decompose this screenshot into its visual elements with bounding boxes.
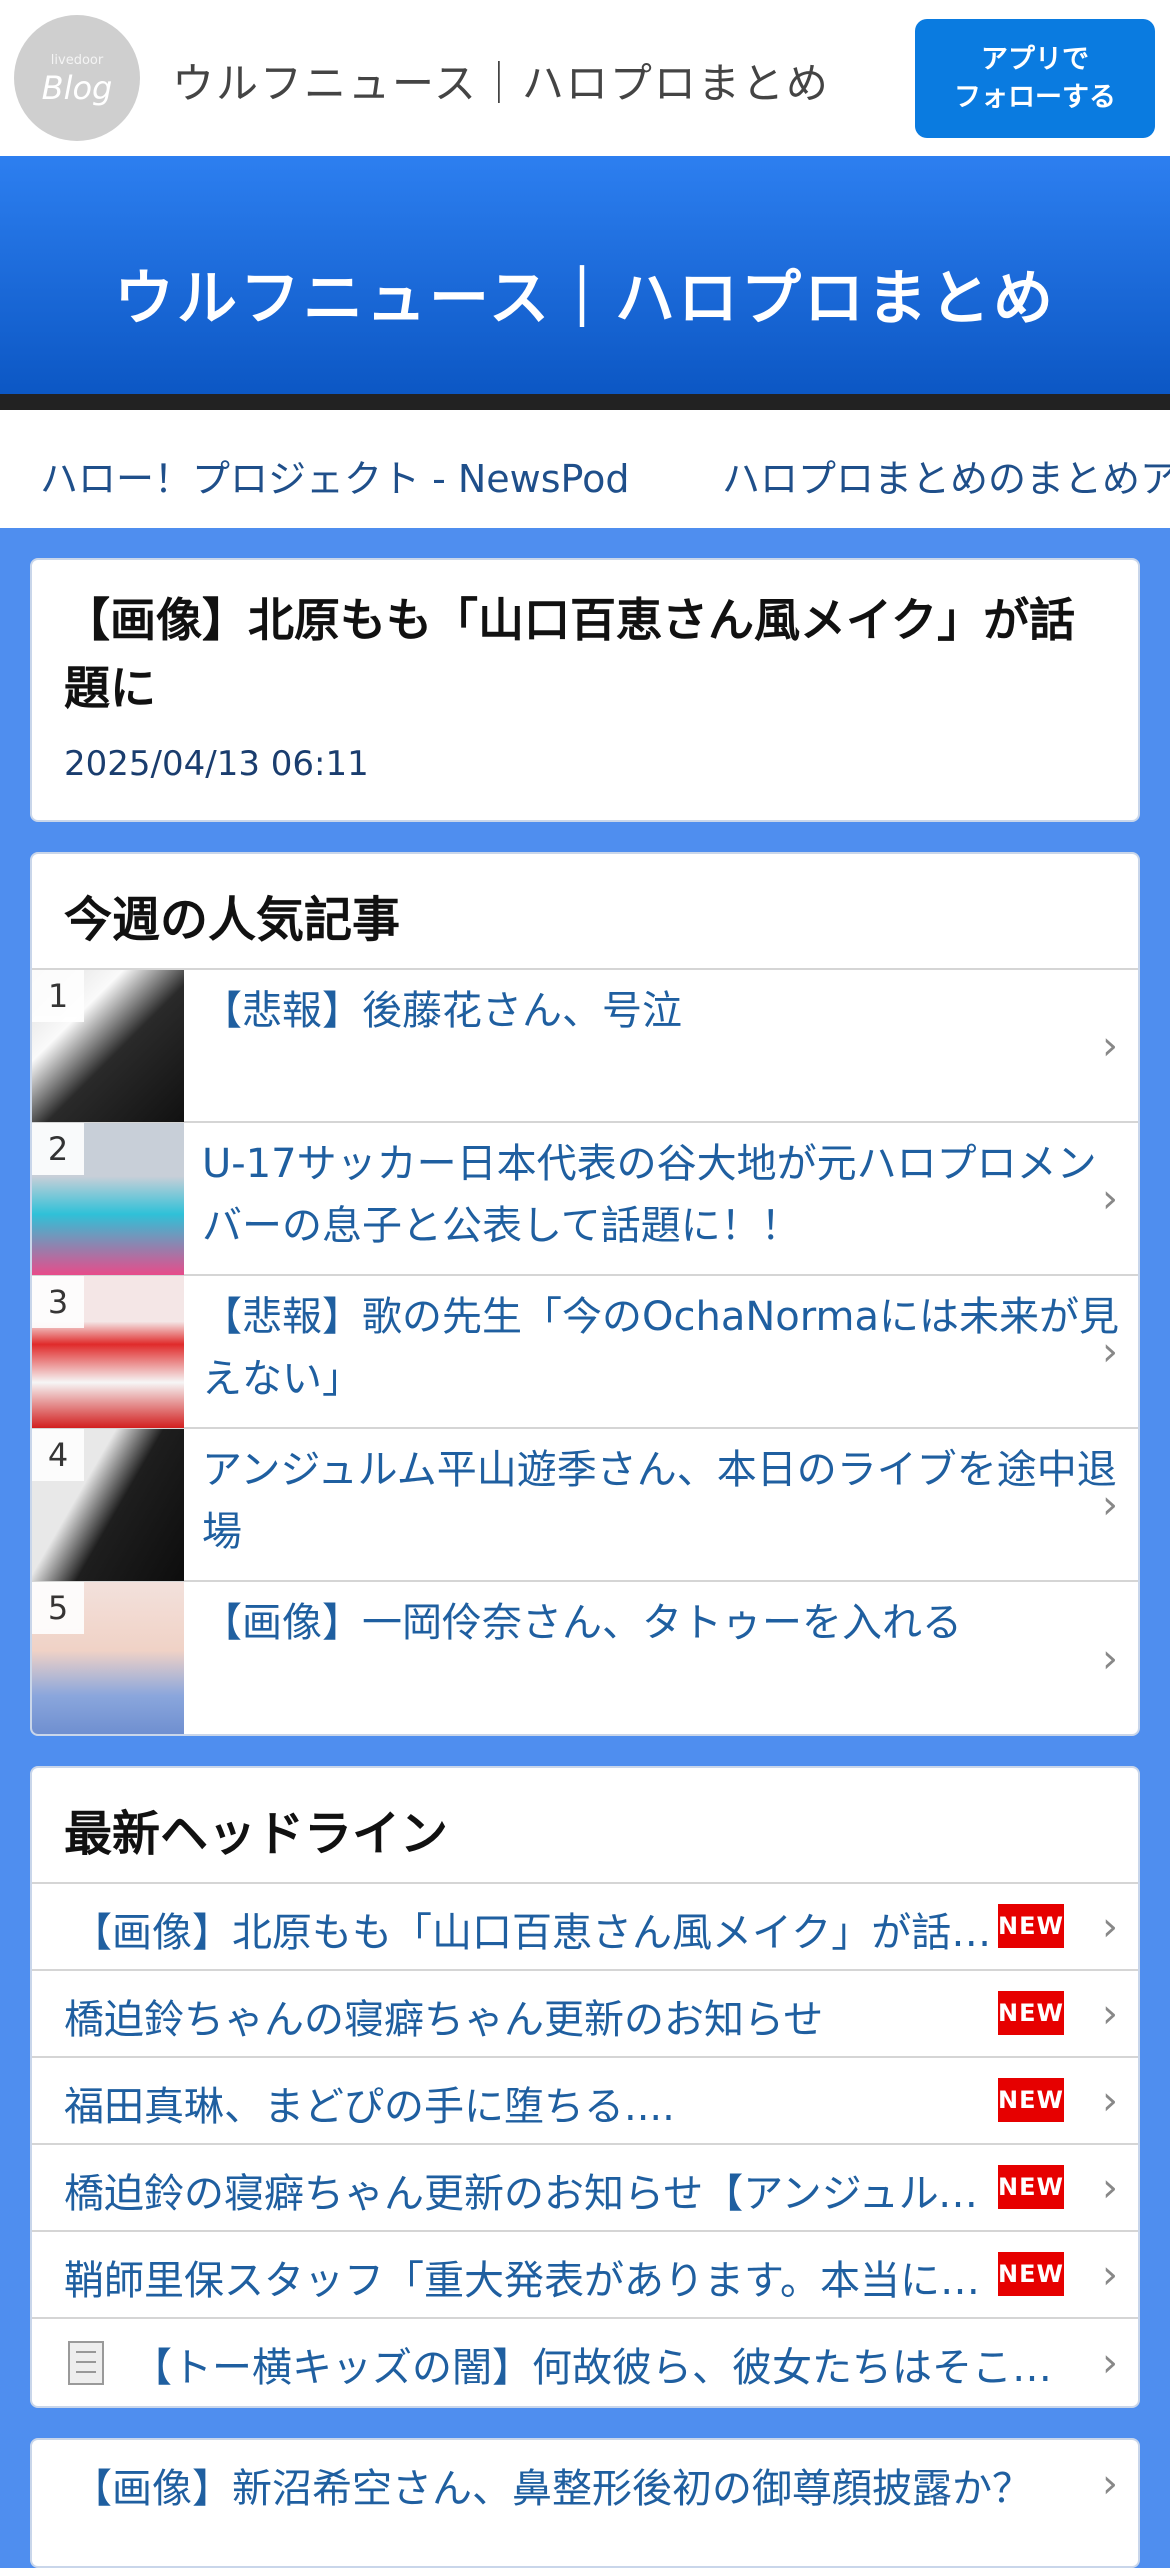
more-articles-card: 【画像】新沼希空さん、鼻整形後初の御尊顔披露か？ › xyxy=(30,2438,1140,2568)
new-badge: NEW xyxy=(998,1904,1064,1948)
livedoor-blog-logo[interactable]: livedoor Blog xyxy=(14,15,140,141)
document-icon xyxy=(68,2341,104,2385)
new-badge: NEW xyxy=(998,1991,1064,2035)
popular-item-4[interactable]: 4 アンジュルム平山遊季さん、本日のライブを途中退場 › xyxy=(32,1429,1138,1582)
headline-item[interactable]: 鞘師里保スタッフ「重大発表があります。本当に大切なお知らせ NEW › xyxy=(32,2232,1138,2319)
follow-in-app-button[interactable]: アプリで フォローする xyxy=(915,19,1155,138)
rank-number: 2 xyxy=(32,1123,84,1175)
chevron-right-icon: › xyxy=(1102,2077,1118,2124)
more-article-title: 【画像】新沼希空さん、鼻整形後初の御尊顔披露か？ xyxy=(72,2466,1032,2512)
top-bar: livedoor Blog ウルフニュース｜ハロプロまとめ アプリで フォローす… xyxy=(0,0,1170,156)
chevron-right-icon: › xyxy=(1102,1481,1118,1528)
headline-title: 鞘師里保スタッフ「重大発表があります。本当に大切なお知らせ xyxy=(64,2258,984,2304)
rank-number: 1 xyxy=(32,970,84,1022)
popular-item-3[interactable]: 3 【悲報】歌の先生「今のOchaNormaには未来が見えない」 › xyxy=(32,1276,1138,1429)
headline-item[interactable]: 橋迫鈴ちゃんの寝癖ちゃん更新のお知らせ NEW › xyxy=(32,1971,1138,2058)
new-badge: NEW xyxy=(998,2165,1064,2209)
headline-title: 橋迫鈴の寝癖ちゃん更新のお知らせ【アンジュルム】 xyxy=(64,2171,984,2217)
chevron-right-icon: › xyxy=(1102,1022,1118,1069)
chevron-right-icon: › xyxy=(1102,2251,1118,2298)
popular-title: 【画像】一岡伶奈さん、タトゥーを入れる xyxy=(202,1600,962,1646)
rank-number: 5 xyxy=(32,1582,84,1634)
chevron-right-icon: › xyxy=(1102,2164,1118,2211)
rank-number: 4 xyxy=(32,1429,84,1481)
new-badge: NEW xyxy=(998,2078,1064,2122)
headline-item[interactable]: 【画像】北原もも「山口百恵さん風メイク」が話題に NEW › xyxy=(32,1884,1138,1971)
popular-articles-card: 今週の人気記事 1 【悲報】後藤花さん、号泣 › 2 U-17サッカー日本代表の… xyxy=(30,852,1140,1736)
headline-title: 福田真琳、まどぴの手に堕ちる.... xyxy=(64,2084,675,2130)
logo-big-text: Blog xyxy=(41,69,113,107)
more-article-item[interactable]: 【画像】新沼希空さん、鼻整形後初の御尊顔披露か？ › xyxy=(32,2440,1138,2528)
headline-title: 橋迫鈴ちゃんの寝癖ちゃん更新のお知らせ xyxy=(64,1997,824,2043)
rank-number: 3 xyxy=(32,1276,84,1328)
logo-small-text: livedoor xyxy=(50,53,104,68)
headline-item[interactable]: 【トー横キッズの闇】何故彼ら、彼女たちはそこに集まるのか › xyxy=(32,2319,1138,2406)
chevron-right-icon: › xyxy=(1102,1903,1118,1950)
chevron-right-icon: › xyxy=(1102,2461,1118,2507)
latest-headlines-card: 最新ヘッドライン 【画像】北原もも「山口百恵さん風メイク」が話題に NEW › … xyxy=(30,1766,1140,2408)
blog-banner[interactable]: ウルフニュース｜ハロプロまとめ xyxy=(0,156,1170,394)
new-badge: NEW xyxy=(998,2252,1064,2296)
popular-item-2[interactable]: 2 U-17サッカー日本代表の谷大地が元ハロプロメンバーの息子と公表して話題に！… xyxy=(32,1123,1138,1276)
headline-title: 【画像】北原もも「山口百恵さん風メイク」が話題に xyxy=(72,1910,992,1956)
article-title: 【画像】北原もも「山口百恵さん風メイク」が話題に xyxy=(64,593,1076,715)
banner-divider xyxy=(0,394,1170,410)
popular-title: 【悲報】歌の先生「今のOchaNormaには未来が見えない」 xyxy=(202,1294,1119,1402)
popular-title: 【悲報】後藤花さん、号泣 xyxy=(202,988,682,1034)
related-link-matome[interactable]: ハロプロまとめのまとめア xyxy=(722,448,1170,503)
headline-item[interactable]: 橋迫鈴の寝癖ちゃん更新のお知らせ【アンジュルム】 NEW › xyxy=(32,2145,1138,2232)
article-header-card: 【画像】北原もも「山口百恵さん風メイク」が話題に 2025/04/13 06:1… xyxy=(30,558,1140,822)
popular-title: アンジュルム平山遊季さん、本日のライブを途中退場 xyxy=(202,1447,1117,1555)
headline-item[interactable]: 福田真琳、まどぴの手に堕ちる.... NEW › xyxy=(32,2058,1138,2145)
chevron-right-icon: › xyxy=(1102,1175,1118,1222)
related-links-bar: ハロー！プロジェクト - NewsPod ハロプロまとめのまとめア xyxy=(0,410,1170,528)
chevron-right-icon: › xyxy=(1102,1635,1118,1682)
follow-button-line2: フォローする xyxy=(954,81,1116,113)
site-title[interactable]: ウルフニュース｜ハロプロまとめ xyxy=(172,50,830,111)
chevron-right-icon: › xyxy=(1102,1328,1118,1375)
popular-item-5[interactable]: 5 【画像】一岡伶奈さん、タトゥーを入れる › xyxy=(32,1582,1138,1734)
popular-heading: 今週の人気記事 xyxy=(32,854,1138,970)
popular-item-1[interactable]: 1 【悲報】後藤花さん、号泣 › xyxy=(32,970,1138,1123)
related-link-newspod[interactable]: ハロー！プロジェクト - NewsPod xyxy=(40,448,629,503)
article-date: 2025/04/13 06:11 xyxy=(64,744,369,784)
banner-title: ウルフニュース｜ハロプロまとめ xyxy=(114,264,1056,334)
headline-title: 【トー横キッズの闇】何故彼ら、彼女たちはそこに集まるのか xyxy=(132,2345,1087,2391)
chevron-right-icon: › xyxy=(1102,2339,1118,2386)
headlines-heading: 最新ヘッドライン xyxy=(32,1768,1138,1884)
follow-button-line1: アプリで xyxy=(981,43,1089,75)
chevron-right-icon: › xyxy=(1102,1990,1118,2037)
popular-title: U-17サッカー日本代表の谷大地が元ハロプロメンバーの息子と公表して話題に！！ xyxy=(202,1141,1097,1249)
